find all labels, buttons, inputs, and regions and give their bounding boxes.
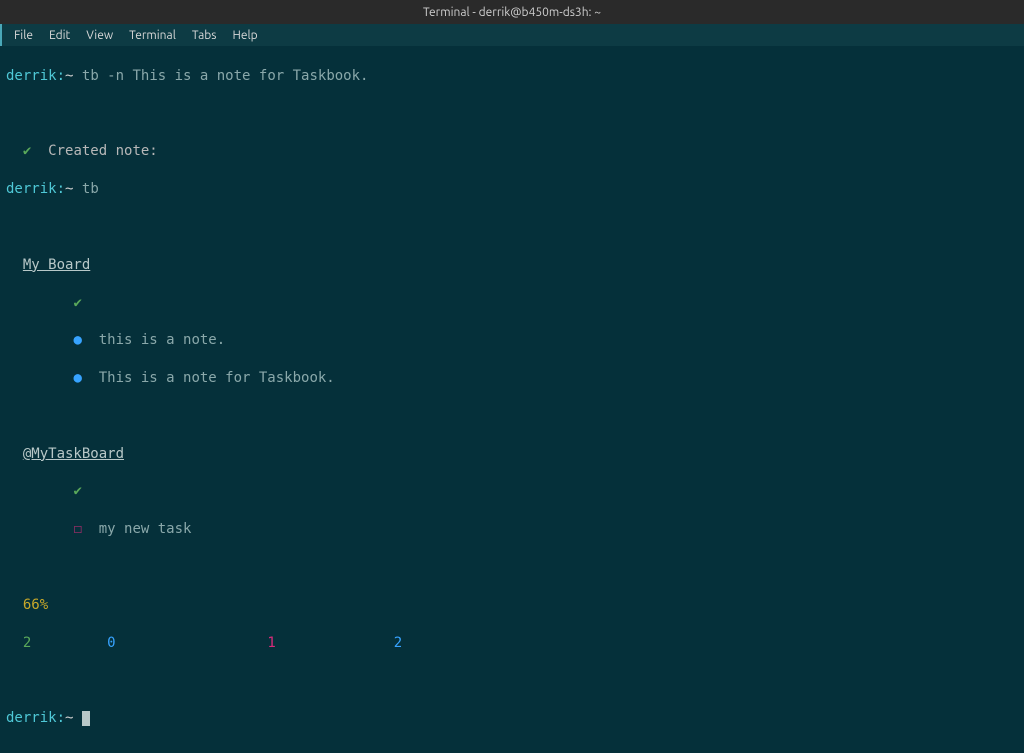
stat-done: 2 bbox=[23, 635, 31, 651]
note-bullet-icon: ● bbox=[73, 332, 81, 348]
board-title: My Board bbox=[23, 257, 90, 273]
stat-inprogress: 1 bbox=[267, 635, 275, 651]
stat-pending: 0 bbox=[107, 635, 115, 651]
prompt-path: ~ bbox=[65, 181, 73, 197]
window-titlebar: Terminal - derrik@b450m-ds3h: ~ bbox=[0, 0, 1024, 24]
prompt-path: ~ bbox=[65, 68, 73, 84]
stat-notes: 2 bbox=[394, 635, 402, 651]
terminal-line-blank bbox=[6, 558, 1018, 577]
prompt-host: derrik bbox=[6, 181, 57, 197]
menu-terminal[interactable]: Terminal bbox=[121, 27, 184, 44]
menu-tabs[interactable]: Tabs bbox=[184, 27, 225, 44]
terminal-line: derrik:~ bbox=[6, 709, 1018, 728]
terminal-line-blank bbox=[6, 105, 1018, 124]
check-icon: ✔ bbox=[73, 483, 81, 499]
note-text: this is a note. bbox=[99, 332, 225, 348]
terminal-line: ✔ Created note: bbox=[6, 142, 1018, 161]
menubar: File Edit View Terminal Tabs Help bbox=[0, 24, 1024, 46]
menu-view[interactable]: View bbox=[78, 27, 121, 44]
check-icon: ✔ bbox=[23, 143, 31, 159]
prompt-host: derrik bbox=[6, 68, 57, 84]
note-bullet-icon: ● bbox=[73, 370, 81, 386]
terminal-line: derrik:~ tb bbox=[6, 180, 1018, 199]
note-text: This is a note for Taskbook. bbox=[99, 370, 335, 386]
check-icon: ✔ bbox=[73, 295, 81, 311]
terminal-line: ✔ bbox=[6, 294, 1018, 313]
terminal-line: ✔ bbox=[6, 482, 1018, 501]
terminal-line-blank bbox=[6, 407, 1018, 426]
prompt-sep: : bbox=[57, 710, 65, 726]
menu-help[interactable]: Help bbox=[224, 27, 265, 44]
menu-file[interactable]: File bbox=[6, 27, 41, 44]
terminal-line: 2 0 1 2 bbox=[6, 634, 1018, 653]
terminal-line: ● this is a note. bbox=[6, 331, 1018, 350]
terminal-viewport[interactable]: derrik:~ tb -n This is a note for Taskbo… bbox=[0, 46, 1024, 753]
task-checkbox-icon: ☐ bbox=[73, 521, 81, 537]
terminal-line: 66% bbox=[6, 596, 1018, 615]
terminal-line: @MyTaskBoard bbox=[6, 445, 1018, 464]
terminal-line: ● This is a note for Taskbook. bbox=[6, 369, 1018, 388]
terminal-line: ☐ my new task bbox=[6, 520, 1018, 539]
prompt-sep: : bbox=[57, 68, 65, 84]
terminal-line: My Board bbox=[6, 256, 1018, 275]
window-title: Terminal - derrik@b450m-ds3h: ~ bbox=[423, 6, 601, 19]
prompt-path: ~ bbox=[65, 710, 73, 726]
terminal-line-blank bbox=[6, 218, 1018, 237]
command-text: tb bbox=[82, 181, 99, 197]
board-title: @MyTaskBoard bbox=[23, 446, 124, 462]
prompt-host: derrik bbox=[6, 710, 57, 726]
progress-percent: 66% bbox=[23, 597, 48, 613]
created-note-msg: Created note: bbox=[48, 143, 158, 159]
terminal-line-blank bbox=[6, 671, 1018, 690]
command-text: tb -n This is a note for Taskbook. bbox=[82, 68, 369, 84]
terminal-line: derrik:~ tb -n This is a note for Taskbo… bbox=[6, 67, 1018, 86]
task-text: my new task bbox=[99, 521, 192, 537]
menu-edit[interactable]: Edit bbox=[41, 27, 78, 44]
prompt-sep: : bbox=[57, 181, 65, 197]
cursor bbox=[82, 711, 90, 726]
